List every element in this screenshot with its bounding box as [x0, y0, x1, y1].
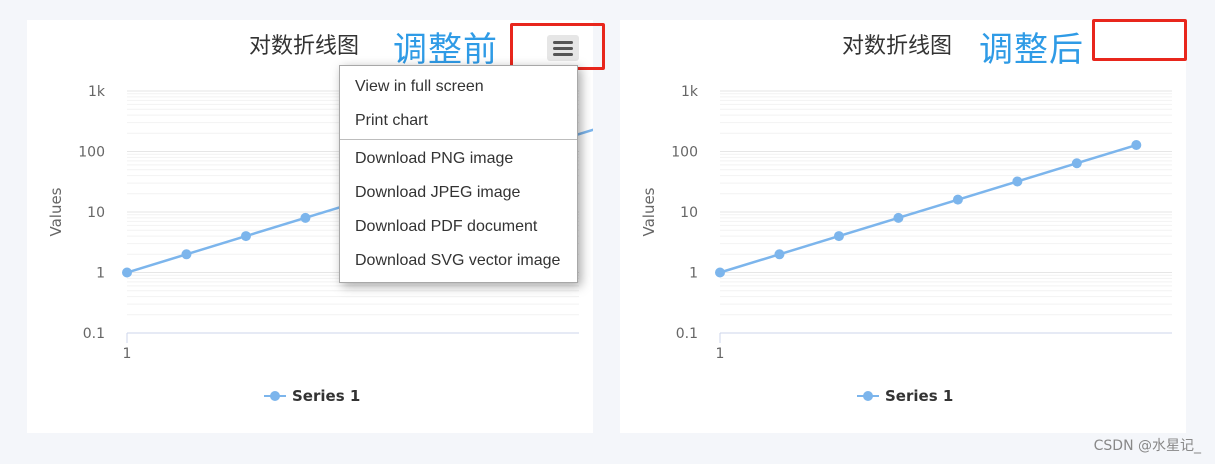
x-tick-label: 1 [716, 346, 725, 362]
legend-marker-icon [264, 391, 286, 401]
y-tick-label: 10 [680, 205, 698, 221]
legend-label: Series 1 [885, 387, 954, 405]
data-point [893, 212, 904, 223]
data-point [122, 267, 132, 278]
menu-item-print-chart[interactable]: Print chart [340, 104, 577, 138]
y-tick-label: 1k [681, 84, 699, 100]
highlight-box [1092, 19, 1187, 61]
chart-title: 对数折线图 [842, 34, 953, 59]
legend-item-series-1[interactable]: Series 1 [264, 387, 360, 405]
chart-menu-button[interactable] [547, 35, 579, 61]
data-point [300, 212, 311, 223]
chart-panel-after: 0.1 1 10 100 1k 1 Values 对数折线图 调整后 Series 1 [620, 19, 1187, 433]
legend-marker-icon [857, 391, 879, 401]
hamburger-icon-bar [553, 40, 573, 44]
watermark: CSDN @水星记_ [1093, 438, 1201, 454]
data-point [240, 231, 251, 242]
chart-title: 对数折线图 [249, 34, 360, 59]
data-point [1131, 140, 1142, 151]
y-tick-label: 10 [87, 205, 105, 221]
data-point [181, 249, 192, 260]
data-point [1012, 176, 1023, 187]
data-point [952, 194, 963, 205]
y-tick-label: 100 [78, 145, 105, 161]
legend-item-series-1[interactable]: Series 1 [857, 387, 953, 405]
chart-export-menu: View in full screen Print chart Download… [339, 65, 578, 283]
x-tick-label: 1 [123, 346, 132, 362]
y-tick-label: 100 [671, 145, 698, 161]
annotation-before-label: 调整前 [393, 30, 498, 70]
y-tick-label: 0.1 [676, 326, 698, 342]
data-point [774, 249, 785, 260]
y-tick-label: 1 [689, 266, 698, 282]
hamburger-icon-bar [553, 46, 573, 50]
menu-item-download-png[interactable]: Download PNG image [340, 142, 577, 176]
chart-plot-area: 0.1 1 10 100 1k 1 Values [640, 84, 1172, 362]
menu-item-view-full-screen[interactable]: View in full screen [340, 70, 577, 104]
annotation-after-label: 调整后 [979, 30, 1084, 70]
y-tick-label: 0.1 [83, 326, 105, 342]
y-axis-title: Values [640, 187, 658, 236]
data-point [833, 231, 844, 242]
y-tick-label: 1 [96, 266, 105, 282]
menu-item-download-jpeg[interactable]: Download JPEG image [340, 176, 577, 210]
menu-separator [340, 139, 577, 140]
y-tick-label: 1k [88, 84, 106, 100]
data-point [1071, 158, 1082, 169]
y-axis-title: Values [47, 187, 65, 236]
menu-item-download-svg[interactable]: Download SVG vector image [340, 244, 577, 278]
menu-item-download-pdf[interactable]: Download PDF document [340, 210, 577, 244]
data-point [715, 267, 725, 278]
legend-label: Series 1 [292, 387, 361, 405]
hamburger-icon-bar [553, 52, 573, 56]
